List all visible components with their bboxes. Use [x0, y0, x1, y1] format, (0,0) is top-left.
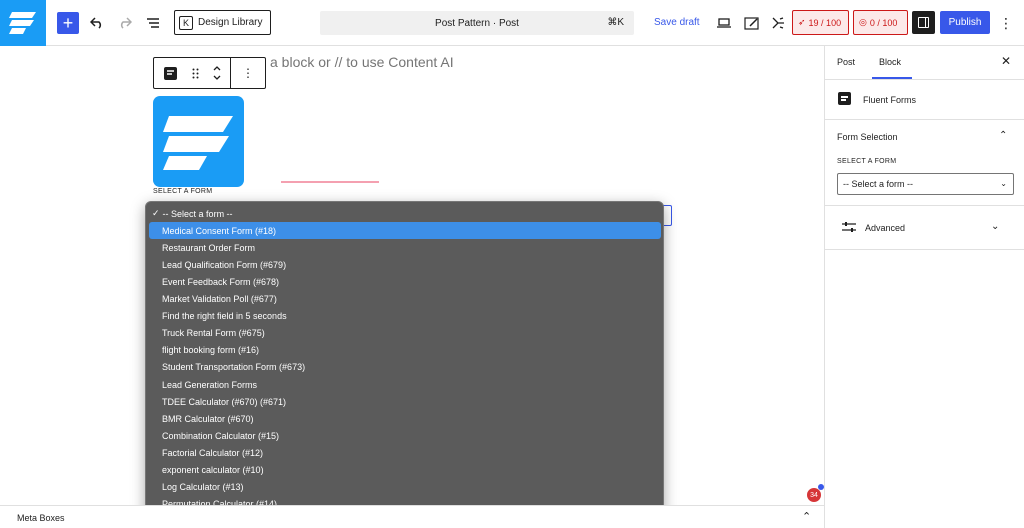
redo-icon[interactable] [114, 12, 136, 34]
dropdown-option[interactable]: Restaurant Order Form [149, 239, 661, 256]
settings-sidebar: Post Block ✕ Fluent Forms Form Selection… [824, 46, 1024, 528]
form-select-value: -- Select a form -- [843, 179, 914, 189]
advanced-label: Advanced [865, 223, 906, 233]
seo-score-icon: ➶ [798, 17, 806, 27]
form-select-input[interactable]: -- Select a form -- ⌄ [837, 173, 1014, 195]
form-selection-title[interactable]: Form Selection [837, 132, 898, 142]
dropdown-option-label: Find the right field in 5 seconds [162, 311, 287, 322]
dropdown-option[interactable]: Truck Rental Form (#675) [149, 325, 661, 342]
readability-score-button[interactable]: ◎ 0 / 100 [853, 10, 908, 35]
block-card: Fluent Forms [825, 80, 1024, 120]
dropdown-option[interactable]: Lead Qualification Form (#679) [149, 256, 661, 273]
dropdown-option-label: BMR Calculator (#670) [162, 413, 254, 424]
dropdown-option-label: Lead Qualification Form (#679) [162, 259, 287, 270]
chevron-up-icon[interactable]: ⌃ [999, 130, 1007, 141]
sliders-icon [842, 221, 856, 236]
preview-desktop-icon[interactable] [713, 12, 735, 34]
sidebar-tabs: Post Block ✕ [825, 46, 1024, 80]
document-title: Post Pattern · Post [435, 17, 519, 29]
document-title-bar[interactable]: Post Pattern · Post ⌘K [320, 11, 634, 35]
dropdown-option-label: Factorial Calculator (#12) [162, 447, 264, 458]
dropdown-option[interactable]: Combination Calculator (#15) [149, 427, 661, 444]
dropdown-option-label: flight booking form (#16) [162, 345, 260, 356]
tab-post[interactable]: Post [837, 57, 855, 67]
dropdown-option-label: TDEE Calculator (#670) (#671) [162, 396, 287, 407]
chevron-up-icon[interactable]: ⌃ [802, 510, 811, 523]
dropdown-option-label: Combination Calculator (#15) [162, 430, 280, 441]
dropdown-option-label: Medical Consent Form (#18) [162, 225, 277, 236]
design-library-button[interactable]: K Design Library [174, 10, 271, 35]
decorative-line [281, 181, 379, 183]
advanced-panel[interactable]: Advanced ⌄ [825, 206, 1024, 250]
block-toolbar: ⋮ [153, 57, 266, 89]
drag-handle-icon[interactable] [186, 58, 204, 88]
seo-score-button[interactable]: ➶ 19 / 100 [792, 10, 849, 35]
design-library-icon: K [179, 15, 193, 30]
tab-block[interactable]: Block [879, 57, 901, 67]
dropdown-option-label: Event Feedback Form (#678) [162, 276, 280, 287]
dropdown-option[interactable]: Market Validation Poll (#677) [149, 291, 661, 308]
dropdown-option[interactable]: flight booking form (#16) [149, 342, 661, 359]
form-selection-panel: Form Selection ⌃ SELECT A FORM -- Select… [825, 120, 1024, 206]
fluent-forms-icon [838, 92, 851, 105]
undo-icon[interactable] [86, 12, 108, 34]
meta-boxes-label: Meta Boxes [17, 513, 65, 523]
fluent-forms-block-logo [153, 96, 244, 187]
dropdown-option-label: Truck Rental Form (#675) [162, 328, 265, 339]
save-draft-button[interactable]: Save draft [654, 17, 700, 28]
dropdown-option[interactable]: BMR Calculator (#670) [149, 410, 661, 427]
block-select-form-label: SELECT A FORM [153, 188, 213, 195]
edit-post-icon[interactable] [741, 12, 763, 34]
dropdown-option[interactable]: Event Feedback Form (#678) [149, 273, 661, 290]
block-options-icon[interactable]: ⋮ [231, 58, 265, 88]
publish-button[interactable]: Publish [940, 11, 990, 34]
dropdown-option-placeholder[interactable]: ✓ -- Select a form -- [149, 205, 661, 222]
block-placeholder-text: a block or // to use Content AI [270, 54, 454, 70]
move-up-down-icon[interactable] [204, 58, 230, 88]
dropdown-option[interactable]: Factorial Calculator (#12) [149, 444, 661, 461]
dropdown-option-label: -- Select a form -- [162, 208, 233, 219]
dropdown-option-label: exponent calculator (#10) [162, 465, 264, 475]
select-form-label: SELECT A FORM [837, 158, 897, 165]
design-library-label: Design Library [198, 17, 263, 28]
command-shortcut: ⌘K [607, 17, 624, 28]
block-card-title: Fluent Forms [863, 95, 917, 105]
active-tab-indicator [872, 77, 912, 79]
dropdown-option-label: Market Validation Poll (#677) [162, 294, 277, 304]
dropdown-option[interactable]: Log Calculator (#13) [149, 479, 661, 496]
checkmark-icon: ✓ [152, 208, 160, 218]
dropdown-option[interactable]: TDEE Calculator (#670) (#671) [149, 393, 661, 410]
chevron-down-icon: ⌄ [1000, 179, 1007, 188]
editor-top-bar: + K Design Library Post Pattern · Post ⌘… [0, 0, 1024, 46]
readability-score-value: 0 / 100 [869, 17, 898, 28]
options-menu-icon[interactable]: ⋮ [998, 12, 1014, 34]
content-ai-icon[interactable] [767, 12, 789, 34]
dropdown-option[interactable]: Student Transportation Form (#673) [149, 359, 661, 376]
readability-score-icon: ◎ [859, 17, 867, 27]
dropdown-option[interactable]: exponent calculator (#10) [149, 462, 661, 479]
block-type-icon[interactable] [154, 58, 186, 88]
dropdown-option-label: Student Transportation Form (#673) [162, 362, 306, 373]
form-select-dropdown: ✓ -- Select a form -- Medical Consent Form… [145, 201, 664, 528]
dropdown-option[interactable]: Medical Consent Form (#18) [149, 222, 661, 240]
dropdown-option[interactable]: Find the right field in 5 seconds [149, 308, 661, 325]
chevron-down-icon: ⌄ [991, 221, 1000, 232]
seo-score-value: 19 / 100 [808, 17, 842, 28]
dropdown-option-label: Lead Generation Forms [162, 379, 258, 390]
close-icon[interactable]: ✕ [1001, 54, 1011, 68]
meta-boxes-bar[interactable]: Meta Boxes ⌃ [0, 505, 824, 528]
settings-panel-toggle-icon[interactable] [912, 11, 935, 34]
block-inserter-button[interactable]: + [57, 12, 79, 34]
fluent-logo-icon[interactable] [0, 0, 46, 46]
dropdown-option[interactable]: Lead Generation Forms [149, 376, 661, 393]
dropdown-option-label: Restaurant Order Form [162, 242, 256, 253]
dropdown-option-label: Log Calculator (#13) [162, 482, 244, 493]
document-overview-icon[interactable] [142, 12, 164, 34]
